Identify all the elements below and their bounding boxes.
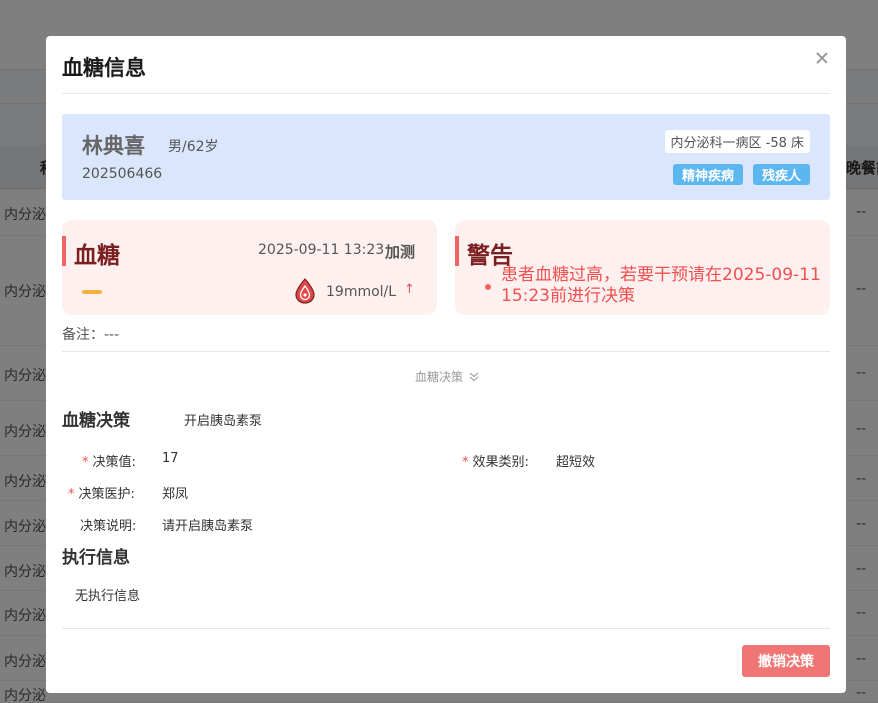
no-execution-text: 无执行信息 <box>75 589 141 604</box>
decision-desc-value: 请开启胰岛素泵 <box>162 519 254 534</box>
patient-card: 林典喜 男/62岁 202506466 内分泌科一病区 -58 床 精神疾病 残… <box>62 114 830 200</box>
decision-value: 17 <box>162 451 179 466</box>
decision-section-title: 血糖决策 <box>62 411 130 431</box>
remark-text: 备注：--- <box>62 327 120 343</box>
glucose-value: 19mmol/L <box>326 284 397 300</box>
glucose-title: 血糖 <box>74 243 120 269</box>
decision-desc-label: 决策说明: <box>80 519 137 534</box>
glucose-dash-icon <box>82 290 102 294</box>
warning-card-accent <box>455 236 459 266</box>
decision-toggle[interactable]: 血糖决策 <box>415 368 479 385</box>
patient-bed: 内分泌科一病区 -58 床 <box>664 130 810 153</box>
glucose-card: 血糖 2025-09-11 13:23 加测 19mmol/L ↑ <box>62 220 437 315</box>
tag-mental-illness: 精神疾病 <box>672 164 743 185</box>
blood-drop-icon <box>295 278 315 304</box>
glucose-card-accent <box>62 236 66 266</box>
section-divider <box>62 351 830 352</box>
footer-divider <box>62 628 830 629</box>
title-divider <box>62 93 830 94</box>
glucose-info-modal: 血糖信息 林典喜 男/62岁 202506466 内分泌科一病区 -58 床 精… <box>46 36 846 693</box>
glucose-time: 2025-09-11 13:23 <box>258 242 385 258</box>
glucose-add-label: 加测 <box>385 243 416 261</box>
execution-section-title: 执行信息 <box>62 548 130 568</box>
decision-nurse-label: * 决策医护: <box>68 487 135 502</box>
patient-gender-age: 男/62岁 <box>168 139 219 155</box>
patient-tags: 精神疾病 残疾人 <box>672 164 810 185</box>
double-chevron-down-icon <box>469 372 479 382</box>
warning-message: 患者血糖过高，若要干预请在2025-09-11 15:23前进行决策 <box>501 265 821 306</box>
effect-type-value: 超短效 <box>556 455 596 470</box>
revoke-decision-button[interactable]: 撤销决策 <box>742 645 830 677</box>
modal-title: 血糖信息 <box>62 56 146 80</box>
decision-subtitle: 开启胰岛素泵 <box>184 414 263 429</box>
patient-name: 林典喜 <box>82 134 145 158</box>
warning-dot-icon <box>485 284 491 290</box>
trend-up-icon: ↑ <box>404 282 415 297</box>
tag-disability: 残疾人 <box>752 164 810 185</box>
close-icon[interactable] <box>814 50 830 66</box>
decision-toggle-label: 血糖决策 <box>415 370 464 384</box>
decision-nurse-value: 郑凤 <box>162 487 189 502</box>
warning-card: 警告 患者血糖过高，若要干预请在2025-09-11 15:23前进行决策 <box>455 220 830 315</box>
effect-type-label: * 效果类别: <box>462 455 529 470</box>
patient-id: 202506466 <box>82 166 163 182</box>
decision-value-label: * 决策值: <box>82 455 136 470</box>
